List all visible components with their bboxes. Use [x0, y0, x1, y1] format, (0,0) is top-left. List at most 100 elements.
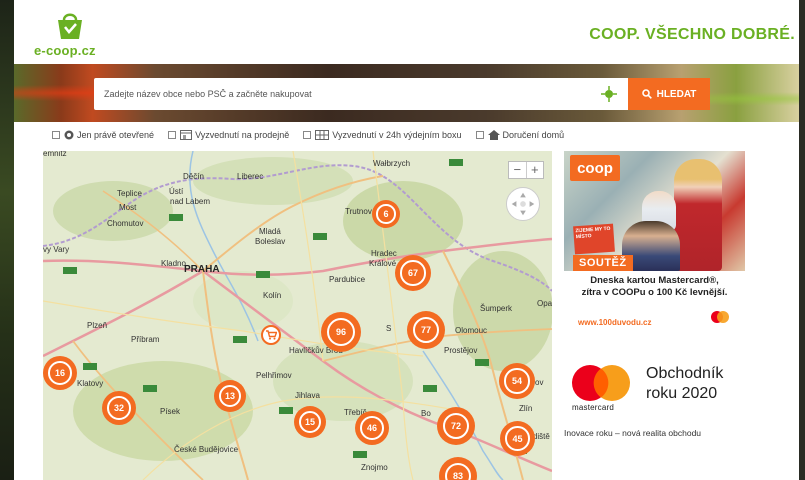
filter-open-now[interactable]: Jen právě otevřené	[52, 130, 154, 140]
store-cluster[interactable]: 54	[499, 363, 535, 399]
store-cluster[interactable]: 96	[321, 312, 361, 352]
award-subtitle: Inovace roku – nová realita obchodu	[564, 428, 702, 438]
clock-icon	[64, 130, 74, 140]
city-label: Šumperk	[480, 304, 513, 313]
city-label: Klatovy	[77, 379, 104, 388]
city-label: České Budějovice	[174, 445, 239, 454]
city-label: emnitz	[43, 151, 67, 158]
filter-label: Jen právě otevřené	[77, 130, 155, 140]
cluster-count: 83	[452, 471, 463, 480]
background-photo-edge	[0, 0, 14, 480]
search-input[interactable]	[94, 78, 589, 110]
cluster-count: 15	[304, 416, 315, 427]
city-label: Trutnov	[345, 207, 372, 216]
background-edge-right	[799, 0, 805, 480]
city-label: Písek	[160, 407, 181, 416]
city-label: Olomouc	[455, 326, 488, 335]
promo-text-line: zítra v COOPu o 100 Kč levnější.	[581, 287, 728, 298]
city-label: Zlín	[519, 404, 533, 413]
promo-url[interactable]: www.100duvodu.cz	[578, 318, 652, 327]
promo-banner-soutez[interactable]: coop ZIJEME MY TO MÍSTO SOUTĚŽ Dneska ka…	[564, 151, 745, 336]
city-label: Příbram	[131, 335, 160, 344]
cluster-count: 96	[335, 327, 346, 337]
shopping-cart-icon	[265, 330, 277, 340]
store-cluster[interactable]: 77	[407, 311, 445, 349]
filter-checkbox[interactable]	[303, 131, 312, 139]
store-cluster[interactable]: 6	[372, 200, 400, 228]
city-label: Opa	[537, 299, 552, 308]
city-label: Králové	[369, 259, 397, 268]
city-label: Prostějov	[444, 346, 478, 355]
shop-icon	[180, 130, 193, 140]
city-label: Ústí	[169, 187, 184, 196]
search-icon	[641, 89, 652, 99]
filter-checkbox[interactable]	[475, 131, 484, 139]
city-label: Wałbrzych	[373, 159, 411, 168]
city-label: Pardubice	[329, 275, 366, 284]
store-cluster[interactable]: 72	[437, 407, 475, 445]
store-cluster[interactable]: 45	[500, 421, 535, 456]
city-label: Kladno	[161, 259, 186, 268]
locate-icon[interactable]	[601, 86, 617, 102]
store-cluster[interactable]: 32	[102, 391, 136, 425]
store-cluster[interactable]: 46	[355, 411, 389, 445]
zoom-control: − +	[508, 161, 544, 179]
city-label: Most	[119, 203, 137, 212]
store-cluster[interactable]: 13	[214, 380, 246, 412]
promo-text: Dneska kartou Mastercard®, zítra v COOPu…	[564, 275, 745, 299]
promo-person-woman	[674, 159, 722, 271]
city-label: Pelhřimov	[256, 371, 292, 380]
city-label: Bo	[421, 409, 431, 418]
city-label: Hradec	[371, 249, 397, 258]
city-label: ov	[535, 378, 544, 387]
header: e-coop.cz COOP. VŠECHNO DOBRÉ.	[14, 0, 799, 64]
city-label: Mladá	[259, 227, 281, 236]
coop-logo: coop	[570, 155, 620, 181]
home-icon	[487, 130, 500, 140]
filter-store-pickup[interactable]: Vyzvednutí na prodejně	[168, 130, 289, 140]
city-label: Kolín	[263, 291, 282, 300]
search-button[interactable]: HLEDAT	[628, 78, 710, 110]
cluster-count: 6	[383, 209, 389, 219]
filter-label: Vyzvednutí v 24h výdejním boxu	[332, 130, 462, 140]
filter-home-delivery[interactable]: Doručení domů	[475, 130, 565, 140]
city-label-capital: PRAHA	[184, 264, 220, 275]
filter-bar: Jen právě otevřené Vyzvednutí na prodejn…	[52, 128, 578, 142]
store-marker[interactable]	[261, 325, 281, 345]
filter-box-pickup[interactable]: Vyzvednutí v 24h výdejním boxu	[303, 130, 462, 140]
cluster-count: 67	[407, 268, 418, 278]
slogan: COOP. VŠECHNO DOBRÉ.	[589, 26, 795, 43]
search-bar	[94, 78, 639, 110]
city-label: vy Vary	[43, 245, 70, 254]
store-cluster[interactable]: 67	[395, 255, 431, 291]
cluster-count: 77	[420, 325, 431, 335]
logo[interactable]: e-coop.cz	[34, 10, 114, 60]
filter-checkbox[interactable]	[52, 131, 60, 139]
cluster-count: 54	[511, 376, 522, 386]
filter-label: Doručení domů	[502, 130, 565, 140]
store-map[interactable]: − + Děčín Liberec Teplice Ústí nad Labem…	[43, 151, 552, 480]
award-title: Obchodník roku 2020	[646, 364, 723, 404]
zoom-out-button[interactable]: −	[509, 162, 527, 178]
city-label: Boleslav	[255, 237, 286, 246]
city-label: Plzeň	[87, 321, 108, 330]
cluster-count: 72	[450, 421, 461, 431]
promo-banner-award[interactable]: mastercard Obchodník roku 2020 Inovace r…	[564, 352, 764, 447]
filter-checkbox[interactable]	[168, 131, 177, 139]
city-label: Znojmo	[361, 463, 388, 472]
zoom-in-button[interactable]: +	[527, 162, 544, 178]
cluster-count: 45	[512, 433, 523, 444]
city-label: Chomutov	[107, 219, 144, 228]
promo-text-line: Dneska kartou Mastercard®,	[590, 275, 719, 286]
cluster-count: 32	[113, 402, 124, 413]
city-label: Děčín	[183, 172, 204, 181]
store-cluster[interactable]: 16	[43, 356, 77, 390]
award-line: roku 2020	[646, 385, 718, 402]
mastercard-wordmark: mastercard	[572, 403, 615, 412]
city-label: S	[386, 324, 392, 333]
search-button-label: HLEDAT	[656, 88, 697, 100]
mastercard-logo-icon	[711, 311, 729, 323]
logo-text: e-coop.cz	[34, 43, 96, 58]
pan-control-icon[interactable]	[506, 187, 540, 221]
store-cluster[interactable]: 15	[294, 406, 326, 438]
